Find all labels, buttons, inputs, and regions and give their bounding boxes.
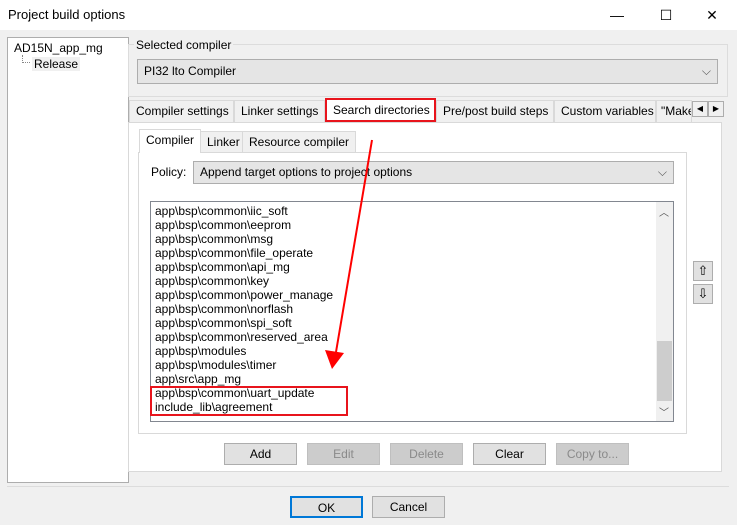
annotation-arrow bbox=[325, 139, 373, 369]
arrow-head-icon bbox=[325, 350, 344, 369]
arrow-line bbox=[335, 139, 373, 353]
